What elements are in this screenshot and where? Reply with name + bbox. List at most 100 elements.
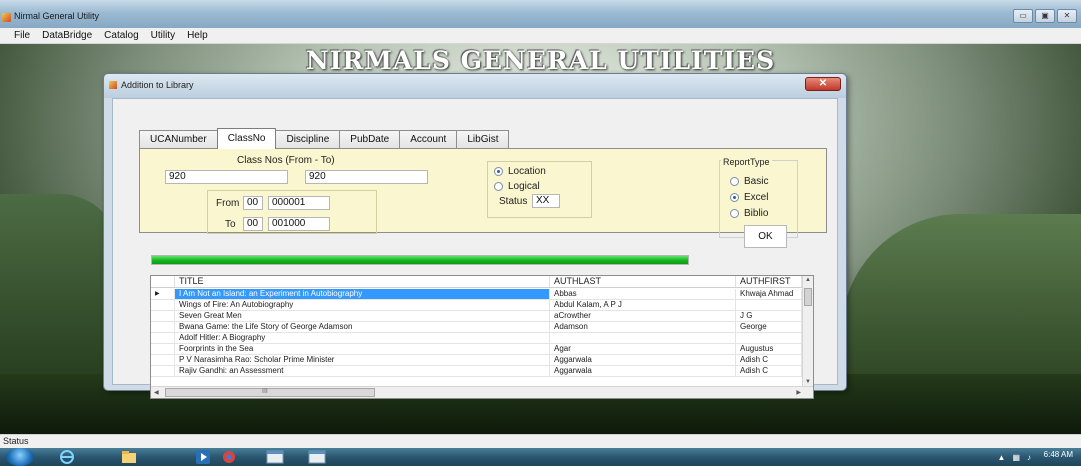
row-header[interactable] <box>151 333 175 343</box>
scroll-right-icon[interactable]: ▶ <box>796 389 801 396</box>
menu-catalog[interactable]: Catalog <box>98 28 144 43</box>
cell-title[interactable]: I Am Not an Island: an Experiment in Aut… <box>175 289 550 299</box>
volume-icon[interactable]: ♪ <box>1027 453 1031 462</box>
dialog-close-button[interactable]: ✕ <box>805 77 841 91</box>
cell-title[interactable]: P V Narasimha Rao: Scholar Prime Ministe… <box>175 355 550 365</box>
to-prefix-field[interactable]: 00 <box>243 217 263 231</box>
row-header[interactable]: ▶ <box>151 289 175 299</box>
window-app-icon-2[interactable] <box>304 448 330 466</box>
cell-authlast[interactable]: aCrowther <box>550 311 736 321</box>
cell-title[interactable]: Seven Great Men <box>175 311 550 321</box>
start-button[interactable] <box>6 448 34 466</box>
excel-radio[interactable]: Excel <box>730 192 768 203</box>
results-grid[interactable]: TITLE AUTHLAST AUTHFIRST ▶ I Am Not an Is… <box>150 275 814 399</box>
tab-classno[interactable]: ClassNo <box>216 128 277 149</box>
basic-radio[interactable]: Basic <box>730 176 768 187</box>
cell-authlast[interactable] <box>550 333 736 343</box>
table-row[interactable]: Bwana Game: the Life Story of George Ada… <box>151 322 802 333</box>
menu-help[interactable]: Help <box>181 28 214 43</box>
menu-databridge[interactable]: DataBridge <box>36 28 98 43</box>
cell-authlast[interactable]: Aggarwala <box>550 366 736 376</box>
status-label: Status <box>499 196 528 207</box>
cell-authfirst[interactable]: Adish C <box>736 355 802 365</box>
row-header[interactable] <box>151 355 175 365</box>
scroll-up-icon[interactable]: ▲ <box>805 277 811 283</box>
cell-authfirst[interactable]: George <box>736 322 802 332</box>
ok-button[interactable]: OK <box>744 225 787 248</box>
cell-title[interactable]: Rajiv Gandhi: an Assessment <box>175 366 550 376</box>
table-row[interactable]: Wings of Fire: An Autobiography Abdul Kal… <box>151 300 802 311</box>
close-button[interactable]: ✕ <box>1057 9 1077 23</box>
cell-title[interactable]: Foorprints in the Sea <box>175 344 550 354</box>
menu-file[interactable]: File <box>8 28 36 43</box>
radio-dot-icon <box>494 167 503 176</box>
horizontal-scroll-thumb[interactable]: III <box>165 388 375 397</box>
horizontal-scrollbar[interactable]: ◀ III ▶ <box>151 386 813 398</box>
maximize-button[interactable]: ▣ <box>1035 9 1055 23</box>
chrome-icon[interactable] <box>218 448 240 466</box>
to-label: To <box>225 219 236 230</box>
row-header[interactable] <box>151 311 175 321</box>
cell-authfirst[interactable] <box>736 333 802 343</box>
column-authlast-header[interactable]: AUTHLAST <box>550 276 736 287</box>
cell-authlast[interactable]: Abbas <box>550 289 736 299</box>
cell-title[interactable]: Wings of Fire: An Autobiography <box>175 300 550 310</box>
table-row[interactable]: Rajiv Gandhi: an Assessment Aggarwala Adis… <box>151 366 802 377</box>
tab-account[interactable]: Account <box>399 130 458 149</box>
table-row[interactable]: ▶ I Am Not an Island: an Experiment in Au… <box>151 289 802 300</box>
tab-ucanumber[interactable]: UCANumber <box>139 130 218 149</box>
vertical-scroll-thumb[interactable] <box>804 288 812 306</box>
dialog-title: Addition to Library <box>121 80 194 90</box>
row-header[interactable] <box>151 322 175 332</box>
media-player-icon[interactable] <box>192 448 214 466</box>
ie-icon[interactable] <box>56 448 78 466</box>
tab-pubdate[interactable]: PubDate <box>339 130 401 149</box>
cell-title[interactable]: Adolf Hitler: A Biography <box>175 333 550 343</box>
cell-authfirst[interactable]: Khwaja Ahmad <box>736 289 802 299</box>
network-icon[interactable]: ▦ <box>1012 453 1020 462</box>
window-app-icon[interactable] <box>262 448 288 466</box>
logical-radio[interactable]: Logical <box>494 181 540 192</box>
table-row[interactable]: Foorprints in the Sea Agar Augustus <box>151 344 802 355</box>
menu-utility[interactable]: Utility <box>145 28 181 43</box>
location-radio[interactable]: Location <box>494 166 546 177</box>
tab-discipline[interactable]: Discipline <box>275 130 341 149</box>
radio-dot-icon <box>730 177 739 186</box>
explorer-icon[interactable] <box>118 448 140 466</box>
scroll-down-icon[interactable]: ▼ <box>805 379 811 385</box>
basic-radio-label: Basic <box>744 176 769 187</box>
cell-authlast[interactable]: Adamson <box>550 322 736 332</box>
status-field[interactable]: XX <box>532 194 560 208</box>
cell-authfirst[interactable]: J G <box>736 311 802 321</box>
class-to-field[interactable]: 920 <box>305 170 428 184</box>
minimize-button[interactable]: ▭ <box>1013 9 1033 23</box>
scroll-left-icon[interactable]: ◀ <box>154 389 159 396</box>
biblio-radio[interactable]: Biblio <box>730 208 768 219</box>
class-nos-label: Class Nos (From - To) <box>237 155 335 166</box>
cell-authfirst[interactable]: Augustus <box>736 344 802 354</box>
table-row[interactable]: Seven Great Men aCrowther J G <box>151 311 802 322</box>
cell-authfirst[interactable] <box>736 300 802 310</box>
row-header[interactable] <box>151 344 175 354</box>
clock[interactable]: 6:48 AM <box>1044 450 1073 459</box>
row-header[interactable] <box>151 300 175 310</box>
tab-libgist[interactable]: LibGist <box>456 130 510 149</box>
vertical-scrollbar[interactable]: ▲ ▼ <box>802 276 813 386</box>
dialog-title-bar[interactable]: Addition to Library ✕ <box>104 74 846 98</box>
column-title-header[interactable]: TITLE <box>175 276 550 287</box>
table-row[interactable]: Adolf Hitler: A Biography <box>151 333 802 344</box>
cell-authfirst[interactable]: Adish C <box>736 366 802 376</box>
cell-authlast[interactable]: Abdul Kalam, A P J <box>550 300 736 310</box>
cell-authlast[interactable]: Agar <box>550 344 736 354</box>
column-authfirst-header[interactable]: AUTHFIRST <box>736 276 802 287</box>
from-value-field[interactable]: 000001 <box>268 196 330 210</box>
cell-title[interactable]: Bwana Game: the Life Story of George Ada… <box>175 322 550 332</box>
row-header[interactable] <box>151 366 175 376</box>
cell-authlast[interactable]: Aggarwala <box>550 355 736 365</box>
from-prefix-field[interactable]: 00 <box>243 196 263 210</box>
to-value-field[interactable]: 001000 <box>268 217 330 231</box>
class-from-field[interactable]: 920 <box>165 170 288 184</box>
table-row[interactable]: P V Narasimha Rao: Scholar Prime Ministe… <box>151 355 802 366</box>
app-title-bar: Nirmal General Utility ▭ ▣ ✕ <box>0 0 1081 28</box>
tray-arrow-icon[interactable]: ▲ <box>998 453 1006 462</box>
